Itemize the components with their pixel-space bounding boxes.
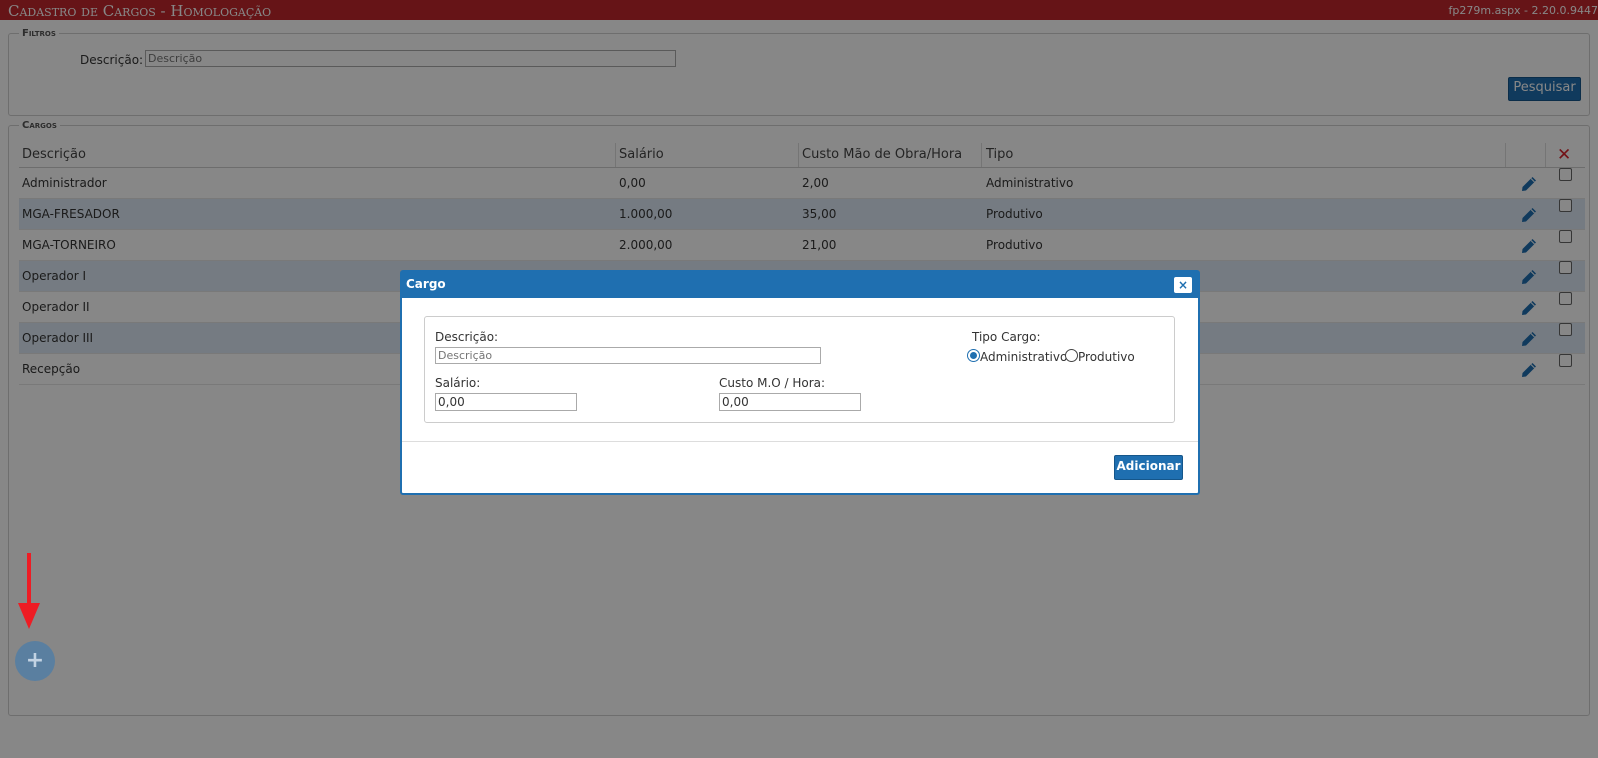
salario-input[interactable] — [435, 393, 577, 411]
salario-label: Salário: — [435, 376, 481, 390]
radio-produtivo[interactable] — [1065, 349, 1078, 362]
tipo-cargo-label: Tipo Cargo: — [972, 330, 1041, 344]
add-button[interactable]: Adicionar — [1114, 455, 1183, 480]
close-icon[interactable]: × — [1174, 277, 1192, 293]
add-cargo-button[interactable]: + — [15, 641, 55, 681]
custo-label: Custo M.O / Hora: — [719, 376, 826, 390]
dialog-header: Cargo × — [402, 272, 1198, 298]
descricao-label: Descrição: — [435, 330, 499, 344]
radio-produtivo-label[interactable]: Produtivo — [1078, 350, 1135, 364]
descricao-input[interactable] — [435, 347, 821, 364]
dialog-form: Descrição: Tipo Cargo: Administrativo Pr… — [424, 316, 1175, 423]
dialog-footer-divider — [402, 441, 1198, 442]
radio-administrativo[interactable] — [967, 349, 980, 362]
red-down-arrow-icon — [18, 553, 40, 629]
dialog-title: Cargo — [406, 277, 446, 291]
cargo-dialog: Cargo × Descrição: Tipo Cargo: Administr… — [400, 270, 1200, 495]
radio-administrativo-label[interactable]: Administrativo — [980, 350, 1067, 364]
custo-input[interactable] — [719, 393, 861, 411]
